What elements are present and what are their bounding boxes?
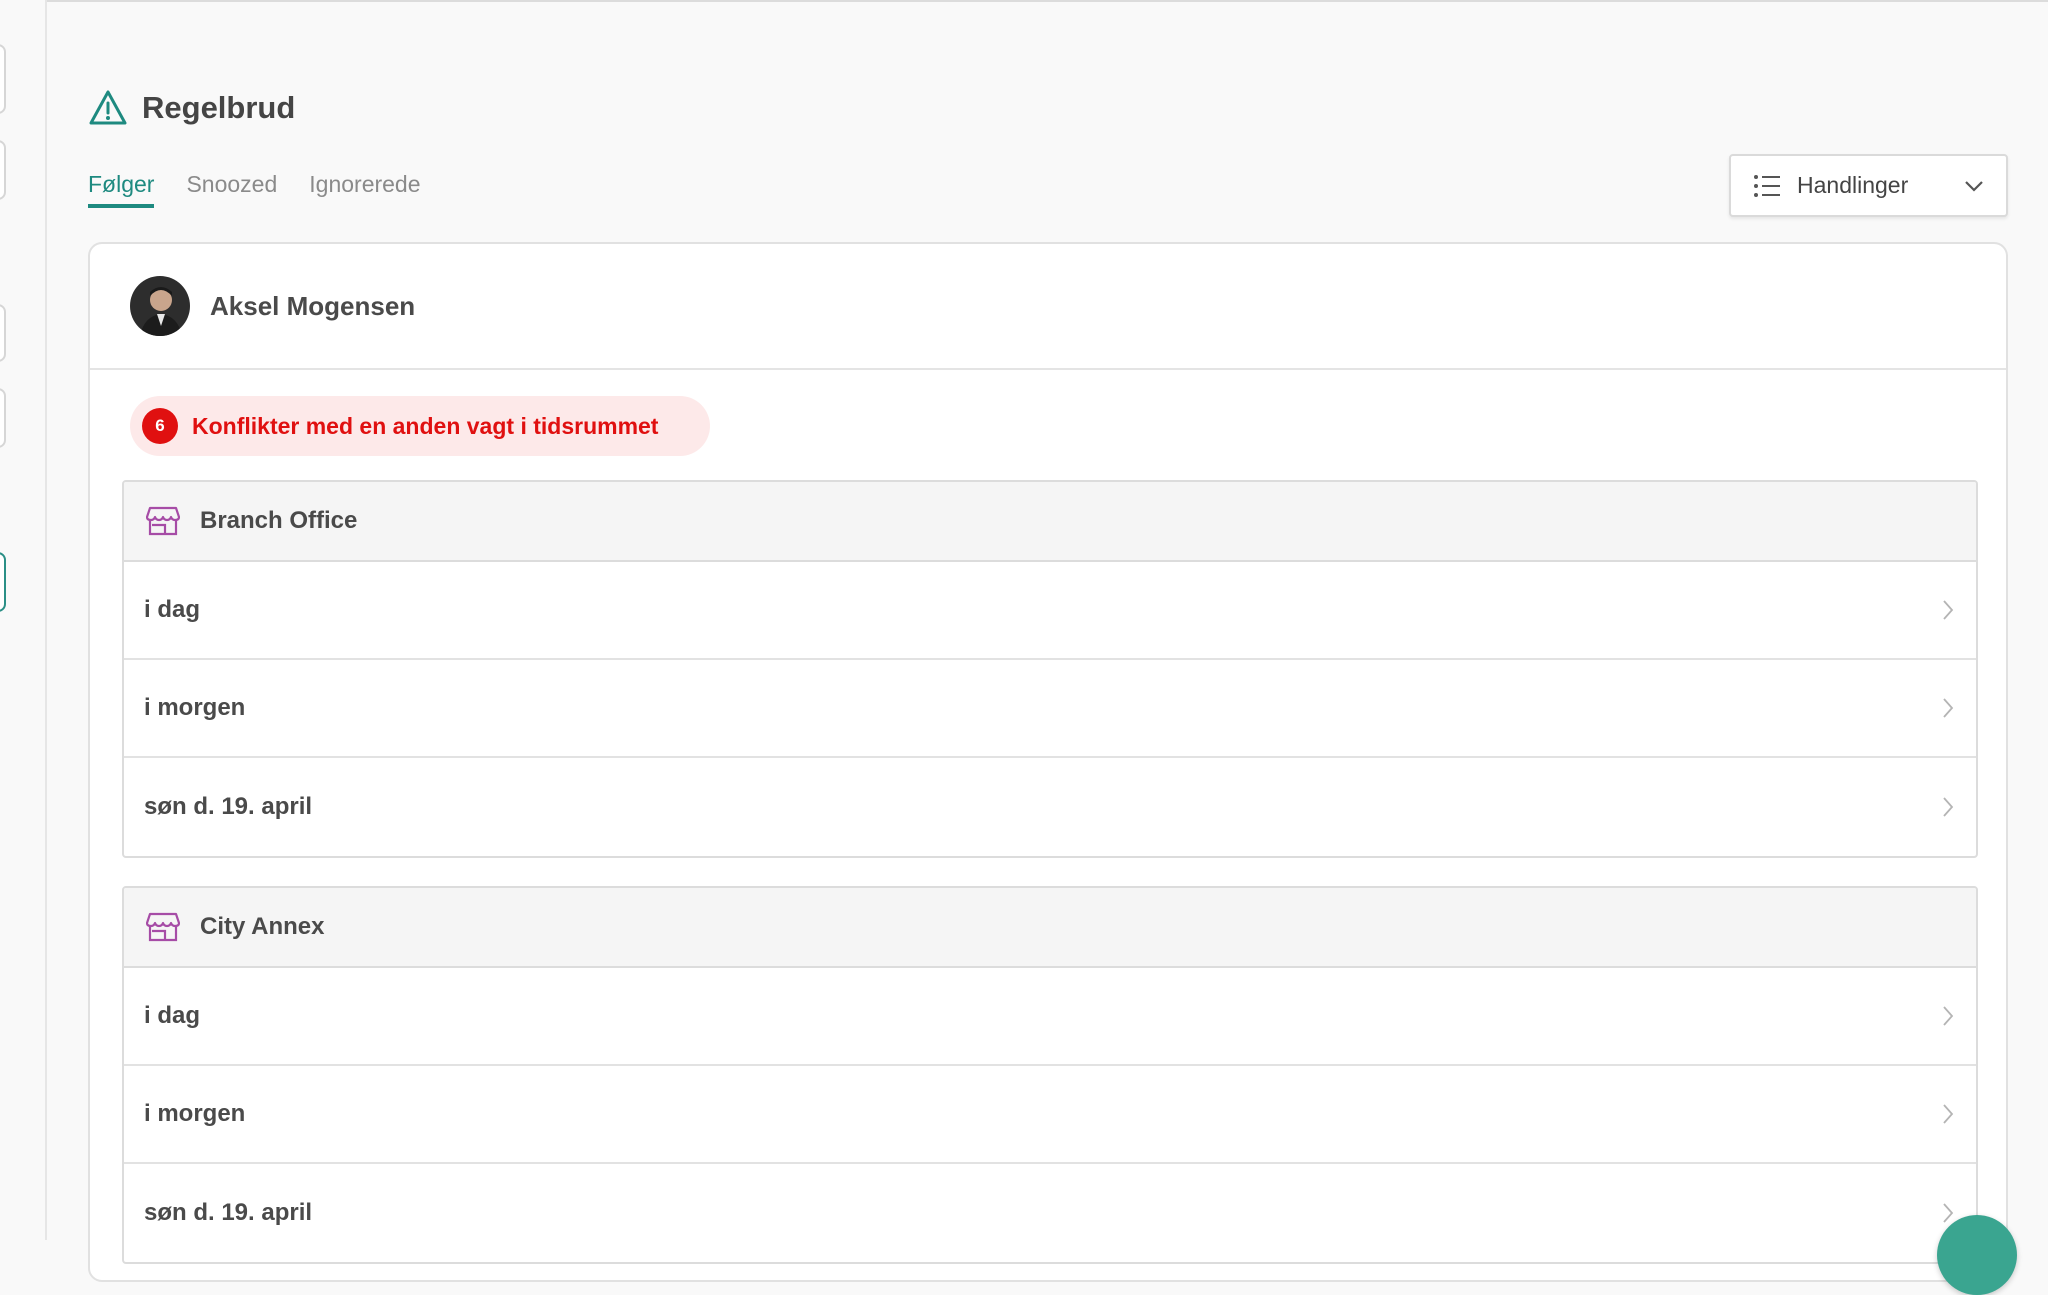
chevron-right-icon	[1943, 698, 1954, 718]
row-date: søn d. 19. april	[144, 793, 313, 820]
page-title: Regelbrud	[142, 90, 296, 125]
list-item[interactable]: søn d. 19. april	[124, 758, 1976, 856]
row-date: i morgen	[144, 694, 246, 721]
tab-snoozed[interactable]: Snoozed	[186, 168, 277, 208]
location-group: Branch Office i dag i morgen søn d. 19. …	[122, 480, 1978, 858]
person-name: Aksel Mogensen	[210, 290, 416, 321]
help-chat-button[interactable]	[1937, 1215, 2017, 1295]
tab-following[interactable]: Følger	[88, 168, 155, 208]
conflict-text: Konflikter med en anden vagt i tidsrumme…	[192, 412, 659, 439]
rail-tab-2[interactable]	[0, 140, 6, 200]
violation-card: Aksel Mogensen 6 Konflikter med en anden…	[88, 242, 2008, 1282]
list-item[interactable]: i dag	[124, 562, 1976, 660]
chevron-right-icon	[1943, 600, 1954, 620]
list-icon	[1754, 174, 1780, 197]
chevron-right-icon	[1943, 797, 1954, 817]
row-date: i dag	[144, 596, 201, 623]
warning-icon	[89, 90, 127, 125]
chevron-right-icon	[1943, 1104, 1954, 1124]
actions-label: Handlinger	[1797, 172, 1909, 198]
group-header: Branch Office	[124, 482, 1976, 562]
row-date: i morgen	[144, 1100, 246, 1127]
group-name: Branch Office	[200, 507, 358, 534]
list-item[interactable]: i morgen	[124, 1066, 1976, 1164]
page-header: Regelbrud	[88, 84, 295, 132]
rail-tab-active[interactable]	[0, 552, 6, 612]
rail-tab-4[interactable]	[0, 388, 6, 448]
rail-tab-3[interactable]	[0, 304, 6, 362]
store-icon	[146, 506, 180, 536]
conflict-count: 6	[142, 408, 178, 444]
row-date: søn d. 19. april	[144, 1199, 313, 1226]
row-date: i dag	[144, 1002, 201, 1029]
chevron-right-icon	[1943, 1203, 1954, 1223]
chevron-down-icon	[1965, 180, 1983, 192]
group-header: City Annex	[124, 888, 1976, 968]
store-icon	[146, 912, 180, 942]
conflict-badge[interactable]: 6 Konflikter med en anden vagt i tidsrum…	[130, 396, 710, 456]
list-item[interactable]: søn d. 19. april	[124, 1164, 1976, 1262]
list-item[interactable]: i dag	[124, 968, 1976, 1066]
list-item[interactable]: i morgen	[124, 660, 1976, 758]
location-group: City Annex i dag i morgen søn d. 19. apr…	[122, 886, 1978, 1264]
left-rail	[0, 0, 47, 1240]
actions-dropdown-button[interactable]: Handlinger	[1729, 154, 2008, 217]
tab-bar: Følger Snoozed Ignorerede	[88, 168, 453, 208]
top-divider	[0, 0, 2048, 2]
tab-ignored[interactable]: Ignorerede	[309, 168, 420, 208]
chevron-right-icon	[1943, 1006, 1954, 1026]
avatar	[130, 276, 190, 336]
group-name: City Annex	[200, 913, 325, 940]
person-header: Aksel Mogensen	[90, 244, 2006, 370]
rail-tab-1[interactable]	[0, 44, 6, 114]
